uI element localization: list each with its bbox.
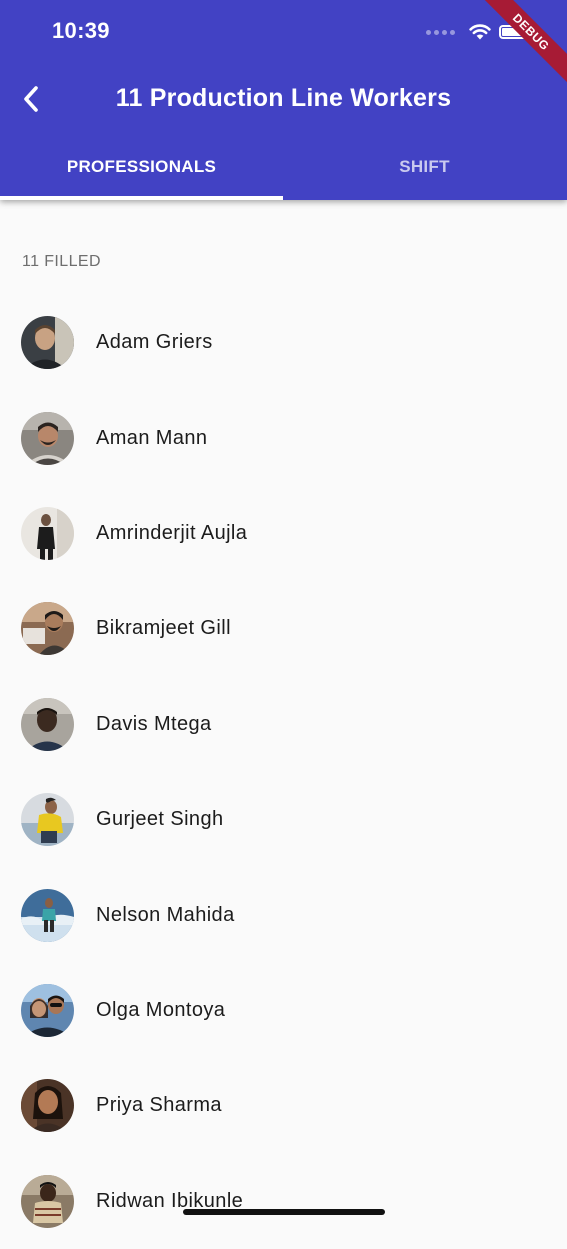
worker-name: Nelson Mahida: [96, 903, 235, 926]
avatar: [21, 316, 74, 370]
worker-name: Olga Montoya: [96, 998, 226, 1021]
wifi-icon: [469, 24, 491, 40]
worker-list-item[interactable]: Olga Montoya: [0, 963, 567, 1058]
avatar: [21, 983, 74, 1037]
worker-list-item[interactable]: Nelson Mahida: [0, 867, 567, 962]
avatar: [21, 793, 74, 847]
worker-name: Aman Mann: [96, 426, 208, 449]
avatar: [21, 602, 74, 656]
worker-list-item[interactable]: Bikramjeet Gill: [0, 581, 567, 676]
avatar: [21, 1174, 74, 1228]
avatar: [21, 506, 74, 560]
worker-list-item[interactable]: Gurjeet Singh: [0, 772, 567, 867]
worker-list-item[interactable]: Ridwan Ibikunle: [0, 1154, 567, 1249]
debug-banner: DEBUG: [474, 0, 567, 89]
tab-shift[interactable]: SHIFT: [283, 140, 566, 200]
worker-name: Adam Griers: [96, 331, 213, 354]
avatar: [21, 697, 74, 751]
avatar: [21, 1079, 74, 1133]
page-title: 11 Production Line Workers: [115, 84, 452, 112]
worker-name: Amrinderjit Aujla: [96, 521, 248, 544]
tab-professionals[interactable]: PROFESSIONALS: [0, 140, 283, 200]
app-bar: 10:39 DEBUG 11 Production Line Workers P…: [0, 0, 567, 200]
home-indicator[interactable]: [183, 1209, 385, 1215]
cellular-signal-icon: [426, 29, 455, 35]
worker-name: Priya Sharma: [96, 1094, 222, 1117]
filled-count-label: 11 FILLED: [22, 253, 101, 270]
avatar: [21, 888, 74, 942]
worker-list-item[interactable]: Priya Sharma: [0, 1058, 567, 1153]
worker-name: Bikramjeet Gill: [96, 617, 231, 640]
worker-list-item[interactable]: Davis Mtega: [0, 677, 567, 772]
worker-list-item[interactable]: Amrinderjit Aujla: [0, 486, 567, 581]
worker-name: Davis Mtega: [96, 712, 212, 735]
tab-indicator: [0, 196, 283, 200]
worker-list-item[interactable]: Adam Griers: [0, 295, 567, 390]
worker-list-item[interactable]: Aman Mann: [0, 390, 567, 485]
worker-name: Gurjeet Singh: [96, 808, 224, 831]
worker-list: Adam Griers Aman Mann Amrinderjit Aujla …: [0, 295, 567, 1249]
avatar: [21, 411, 74, 465]
status-time: 10:39: [52, 18, 110, 43]
